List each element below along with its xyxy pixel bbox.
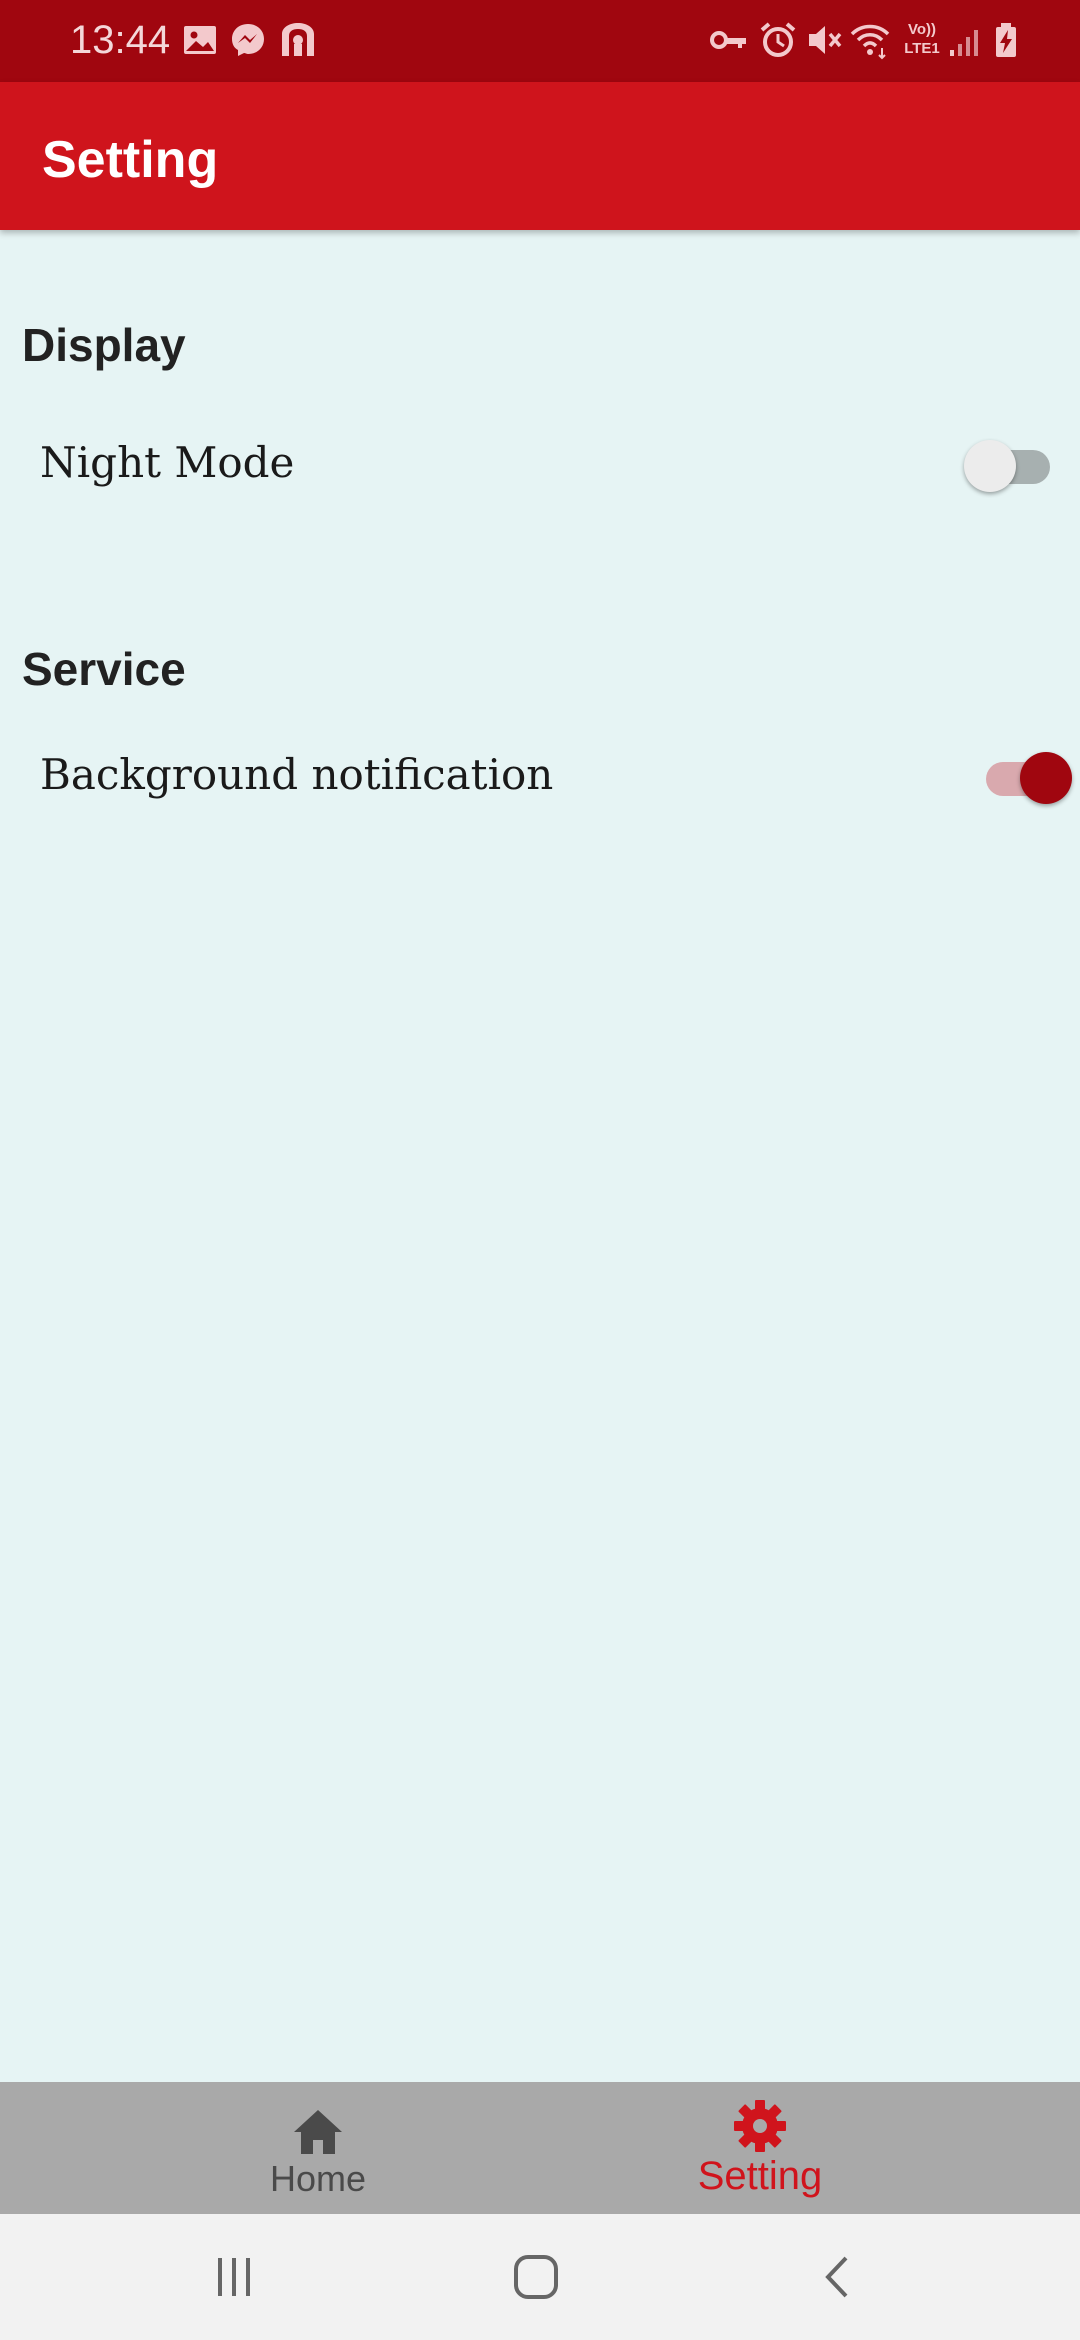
home-button-icon[interactable] [508, 2252, 564, 2302]
bottom-navigation: Home Setting [0, 2082, 1080, 2214]
background-notification-label: Background notification [40, 750, 554, 799]
signal-icon [950, 30, 978, 56]
system-navigation-bar [0, 2214, 1080, 2340]
alarm-icon [760, 22, 796, 57]
status-bar: 13:44 Vo)) LTE1 [0, 0, 1080, 82]
setting-row-background-notification[interactable]: Background notification [0, 722, 1080, 832]
section-header-display: Display [22, 319, 186, 371]
section-header-service: Service [22, 643, 186, 695]
vpn-key-icon [710, 31, 746, 49]
nav-label-setting: Setting [697, 2154, 823, 2198]
battery-charging-icon [996, 23, 1016, 57]
mute-icon [809, 26, 842, 54]
background-notification-toggle[interactable] [986, 746, 1076, 806]
messenger-icon [232, 24, 264, 56]
nav-item-setting[interactable]: Setting [610, 2082, 910, 2214]
nav-item-home[interactable]: Home [168, 2082, 468, 2214]
app-bar: Setting [0, 82, 1080, 230]
night-mode-label: Night Mode [40, 438, 295, 487]
vpn-gate-icon [282, 23, 314, 56]
wifi-icon [850, 24, 890, 60]
page-title: Setting [42, 131, 219, 189]
nav-label-home: Home [269, 2158, 367, 2199]
volte-icon: Vo)) LTE1 [904, 21, 940, 57]
home-icon [294, 2110, 342, 2154]
night-mode-toggle[interactable] [964, 434, 1056, 494]
recent-apps-icon[interactable] [206, 2252, 262, 2302]
back-icon[interactable] [810, 2252, 866, 2302]
status-time: 13:44 [70, 18, 171, 62]
gear-icon [734, 2100, 786, 2152]
setting-row-night-mode[interactable]: Night Mode [0, 410, 1080, 520]
image-icon [184, 26, 216, 54]
